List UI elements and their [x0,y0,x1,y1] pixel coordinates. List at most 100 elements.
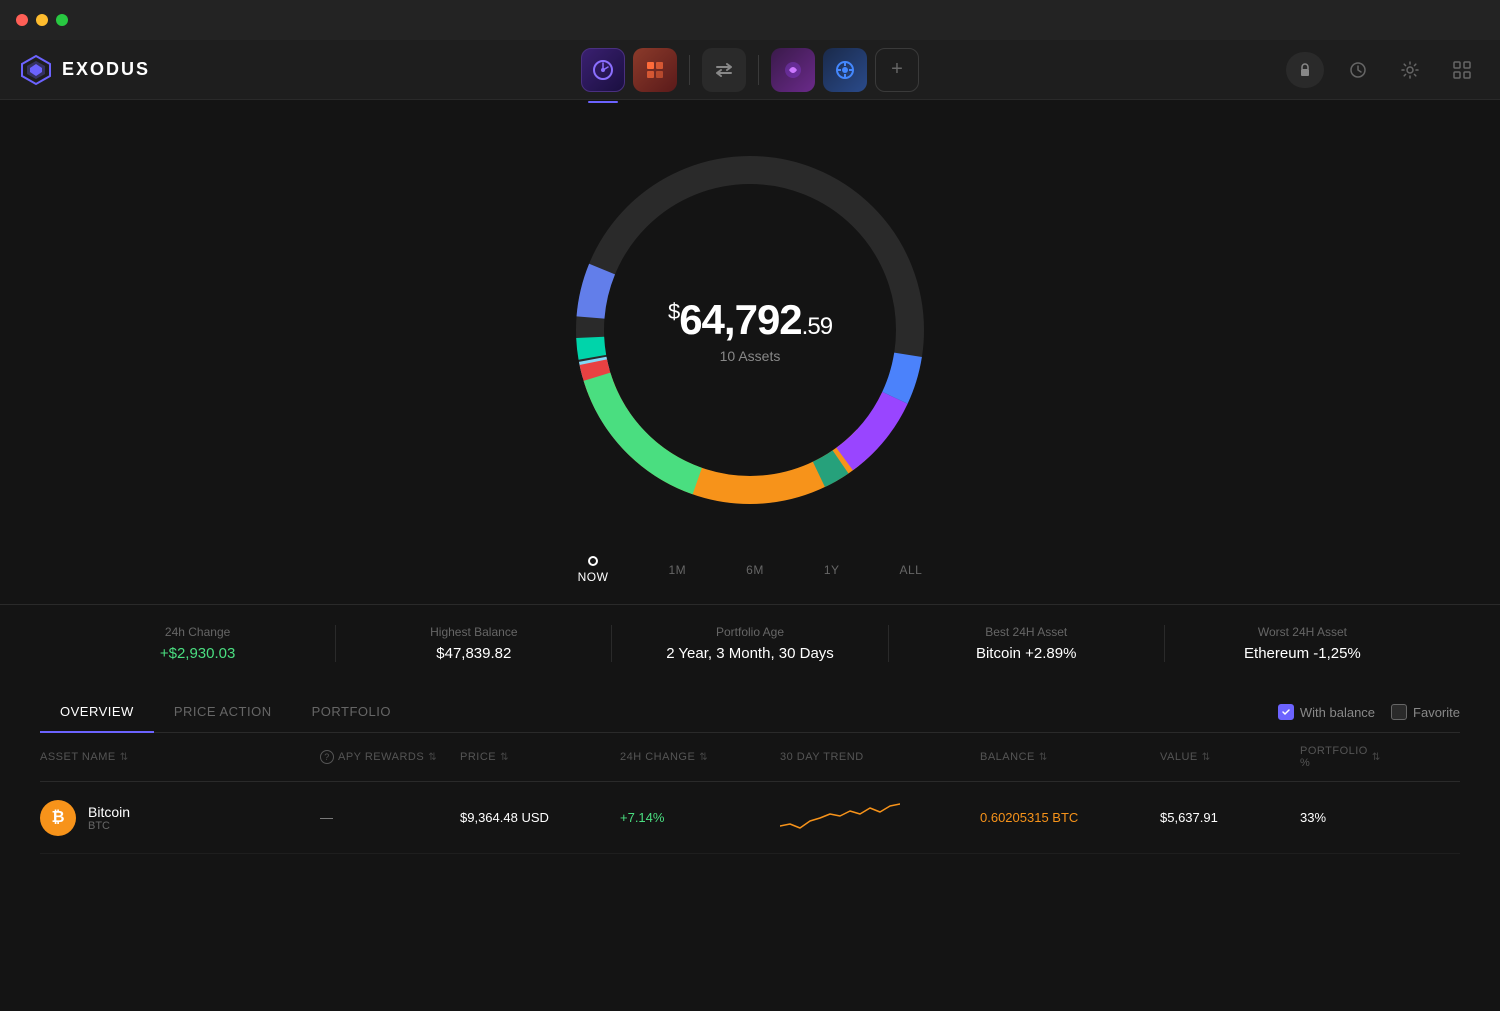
tab-overview[interactable]: OVERVIEW [40,692,154,733]
sort-icon-asset: ⇅ [120,752,129,763]
th-balance[interactable]: BALANCE ⇅ [980,745,1160,769]
th-portfolio-pct[interactable]: PORTFOLIO % ⇅ [1300,745,1380,769]
btc-ticker: BTC [88,820,130,832]
close-button[interactable] [16,14,28,26]
with-balance-checkbox[interactable] [1278,704,1294,720]
btc-change: +7.14% [620,810,780,825]
th-trend-label: 30 DAY TREND [780,751,864,763]
nav-separator-1 [689,55,690,85]
time-label-1m: 1M [668,563,686,577]
grid-icon [1453,61,1471,79]
th-change-label: 24H CHANGE [620,751,695,763]
th-asset-name-label: ASSET NAME [40,751,116,763]
nav-app1-button[interactable] [771,48,815,92]
stat-worst-label: Worst 24H Asset [1185,625,1420,639]
stats-row: 24h Change +$2,930.03 Highest Balance $4… [0,604,1500,682]
with-balance-label: With balance [1300,705,1375,720]
th-balance-label: BALANCE [980,751,1035,763]
th-apy-rewards[interactable]: ? APY REWARDS ⇅ [320,745,460,769]
btc-apy: — [320,810,460,825]
nav-portfolio-button[interactable] [581,48,625,92]
stat-highest-balance: Highest Balance $47,839.82 [336,625,612,662]
time-label-now: NOW [578,570,609,584]
donut-chart-container: $64,792.59 10 Assets [540,120,960,540]
favorite-checkbox[interactable] [1391,704,1407,720]
app: EXODUS [0,40,1500,1011]
stat-age-value: 2 Year, 3 Month, 30 Days [632,645,867,662]
th-value[interactable]: VALUE ⇅ [1160,745,1300,769]
add-icon: + [891,58,903,81]
maximize-button[interactable] [56,14,68,26]
tab-price-action[interactable]: PRICE ACTION [154,692,292,733]
favorite-filter[interactable]: Favorite [1391,704,1460,720]
portfolio-section: $64,792.59 10 Assets NOW 1M 6M 1Y [0,100,1500,682]
time-label-1y: 1Y [824,563,840,577]
tab-filters: With balance Favorite [1278,704,1460,720]
time-1y[interactable]: 1Y [824,563,840,577]
btc-icon: ₿ [40,800,76,836]
minimize-button[interactable] [36,14,48,26]
grid-button[interactable] [1444,52,1480,88]
assets-count: 10 Assets [668,348,832,364]
btc-pct: 33% [1300,810,1380,825]
th-30day-trend: 30 DAY TREND [780,745,980,769]
asset-info-btc: Bitcoin BTC [88,804,130,832]
sort-icon-value: ⇅ [1202,752,1211,763]
sort-icon-balance: ⇅ [1039,752,1048,763]
time-all[interactable]: ALL [900,563,923,577]
assets-icon [645,60,665,80]
time-now[interactable]: NOW [578,556,609,584]
th-24h-change[interactable]: 24H CHANGE ⇅ [620,745,780,769]
sort-icon-change: ⇅ [699,752,708,763]
history-icon [1349,61,1367,79]
table-section: OVERVIEW PRICE ACTION PORTFOLIO [0,692,1500,854]
th-value-label: VALUE [1160,751,1198,763]
nav-separator-2 [758,55,759,85]
logo-text: EXODUS [62,59,150,80]
stat-portfolio-age: Portfolio Age 2 Year, 3 Month, 30 Days [612,625,888,662]
time-selector: NOW 1M 6M 1Y ALL [538,556,963,584]
stat-best-value: Bitcoin +2.89% [909,645,1144,662]
tabs-row: OVERVIEW PRICE ACTION PORTFOLIO [40,692,1460,733]
lock-button[interactable] [1286,52,1324,88]
time-6m[interactable]: 6M [746,563,764,577]
help-icon-apy[interactable]: ? [320,750,334,764]
tab-portfolio-label: PORTFOLIO [312,704,391,719]
topnav: EXODUS [0,40,1500,100]
time-1m[interactable]: 1M [668,563,686,577]
time-dot-now [588,556,598,566]
tab-overview-label: OVERVIEW [60,704,134,719]
time-label-all: ALL [900,563,923,577]
btc-trend [780,796,980,839]
nav-center: + [220,48,1280,92]
sort-icon-price: ⇅ [500,752,509,763]
settings-button[interactable] [1392,52,1428,88]
favorite-label: Favorite [1413,705,1460,720]
th-pct-label: PORTFOLIO % [1300,745,1368,769]
settings-icon [1401,61,1419,79]
titlebar [0,0,1500,40]
nav-exchange-button[interactable] [702,48,746,92]
table-row[interactable]: ₿ Bitcoin BTC — $9,364.48 USD +7.14% 0 [40,782,1460,854]
btc-balance: 0.60205315 BTC [980,810,1160,825]
th-price[interactable]: PRICE ⇅ [460,745,620,769]
nav-app2-button[interactable] [823,48,867,92]
nav-add-button[interactable]: + [875,48,919,92]
app2-icon [834,59,856,81]
stat-24h-value: +$2,930.03 [80,645,315,662]
tab-portfolio[interactable]: PORTFOLIO [292,692,411,733]
time-label-6m: 6M [746,563,764,577]
stat-age-label: Portfolio Age [632,625,867,639]
nav-assets-button[interactable] [633,48,677,92]
btc-value: $5,637.91 [1160,810,1300,825]
nav-right [1280,52,1480,88]
stat-best-24h: Best 24H Asset Bitcoin +2.89% [889,625,1165,662]
stat-worst-value: Ethereum -1,25% [1185,645,1420,662]
with-balance-filter[interactable]: With balance [1278,704,1375,720]
stat-best-label: Best 24H Asset [909,625,1144,639]
asset-cell-btc: ₿ Bitcoin BTC [40,800,320,836]
portfolio-icon [592,59,614,81]
th-asset-name[interactable]: ASSET NAME ⇅ [40,745,320,769]
history-button[interactable] [1340,52,1376,88]
lock-icon [1298,63,1312,77]
